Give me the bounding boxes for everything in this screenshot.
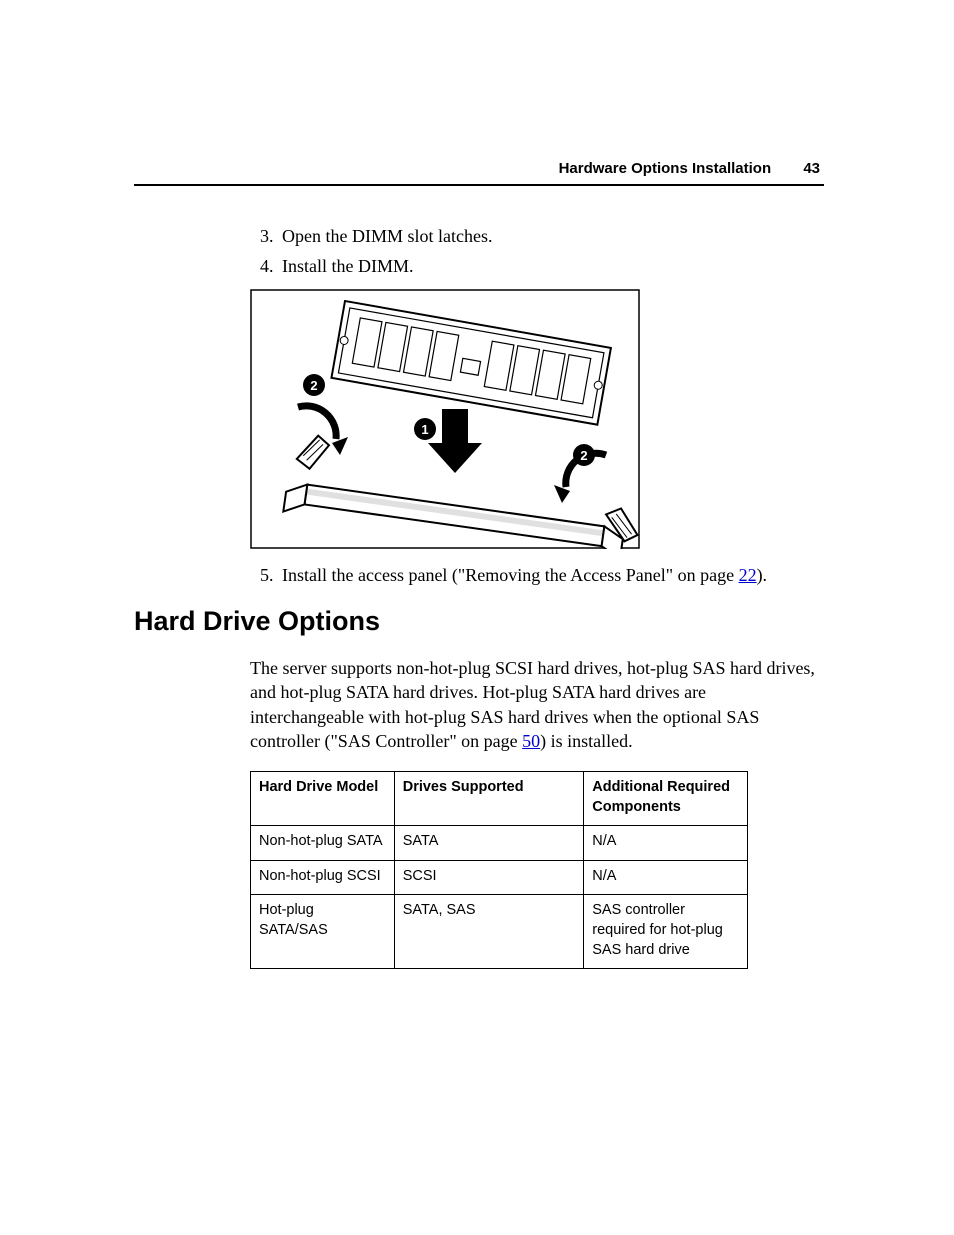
page-number: 43 <box>803 160 820 177</box>
running-header: Hardware Options Installation 43 <box>559 160 820 177</box>
step-4: Install the DIMM. <box>278 254 822 278</box>
table-cell: SCSI <box>394 860 584 895</box>
running-header-section: Hardware Options Installation <box>559 160 772 177</box>
table-cell: Non-hot-plug SCSI <box>251 860 395 895</box>
figure-callout-center: 1 <box>421 422 428 437</box>
table-cell: SAS controller required for hot-plug SAS… <box>584 895 748 969</box>
figure-callout-right: 2 <box>580 448 587 463</box>
install-steps-part2: Install the access panel ("Removing the … <box>250 563 822 587</box>
table-row: Hot-plug SATA/SAS SATA, SAS SAS controll… <box>251 895 748 969</box>
step-5: Install the access panel ("Removing the … <box>278 563 822 587</box>
hard-drive-options-paragraph: The server supports non-hot-plug SCSI ha… <box>250 656 822 753</box>
install-steps-part1: Open the DIMM slot latches. Install the … <box>250 224 822 279</box>
table-cell: Non-hot-plug SATA <box>251 826 395 861</box>
hd-para-after-link: ) is installed. <box>540 731 633 751</box>
table-header-row: Hard Drive Model Drives Supported Additi… <box>251 772 748 826</box>
table-cell: N/A <box>584 826 748 861</box>
access-panel-page-link[interactable]: 22 <box>739 565 757 585</box>
section-heading-hard-drive-options: Hard Drive Options <box>134 606 380 637</box>
table-cell: Hot-plug SATA/SAS <box>251 895 395 969</box>
header-rule <box>134 184 824 186</box>
figure-callout-left: 2 <box>310 378 317 393</box>
step-3: Open the DIMM slot latches. <box>278 224 822 248</box>
table-header-components: Additional Required Components <box>584 772 748 826</box>
step-5-text-before: Install the access panel ("Removing the … <box>282 565 739 585</box>
table-cell: N/A <box>584 860 748 895</box>
table-row: Non-hot-plug SCSI SCSI N/A <box>251 860 748 895</box>
table-header-supported: Drives Supported <box>394 772 584 826</box>
table-cell: SATA, SAS <box>394 895 584 969</box>
table-header-model: Hard Drive Model <box>251 772 395 826</box>
dimm-install-figure: 2 1 2 <box>250 289 822 549</box>
sas-controller-page-link[interactable]: 50 <box>522 731 540 751</box>
hard-drive-options-table: Hard Drive Model Drives Supported Additi… <box>250 771 748 969</box>
table-row: Non-hot-plug SATA SATA N/A <box>251 826 748 861</box>
step-5-text-after: ). <box>757 565 768 585</box>
table-cell: SATA <box>394 826 584 861</box>
